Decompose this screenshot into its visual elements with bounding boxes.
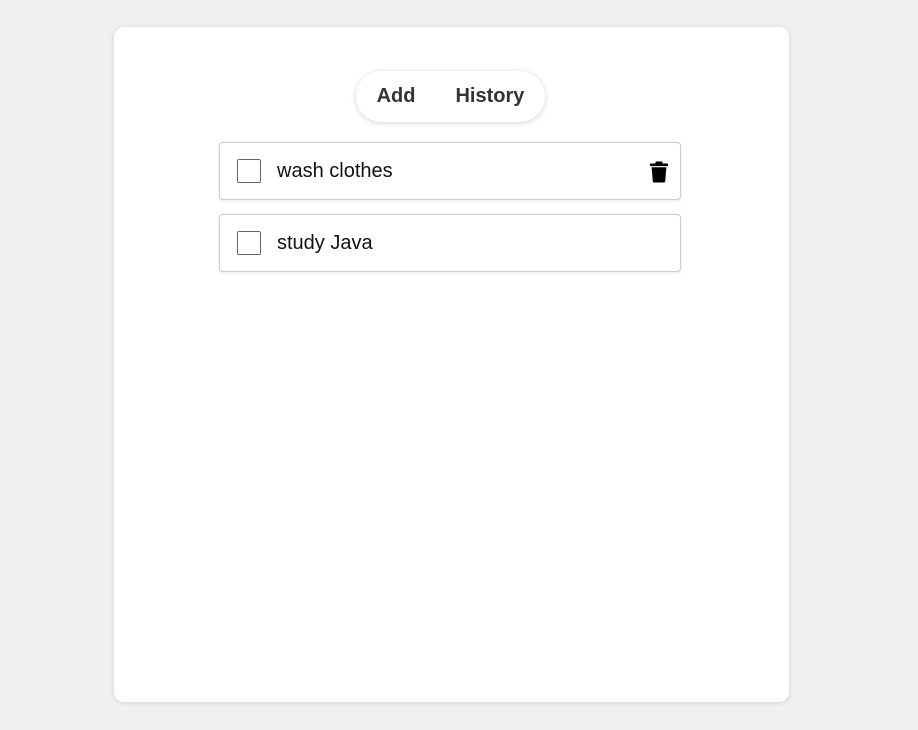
task-item: study Java — [219, 214, 681, 272]
task-item: wash clothes — [219, 142, 681, 200]
task-label: wash clothes — [277, 160, 393, 182]
task-checkbox[interactable] — [237, 159, 261, 183]
history-tab-button[interactable]: History — [455, 85, 524, 108]
task-label: study Java — [277, 232, 373, 254]
trash-icon[interactable] — [649, 161, 669, 183]
task-checkbox[interactable] — [237, 231, 261, 255]
add-tab-button[interactable]: Add — [377, 85, 416, 108]
nav-pill: Add History — [356, 71, 545, 122]
todo-card: Add History wash clothes study Java — [114, 27, 789, 702]
